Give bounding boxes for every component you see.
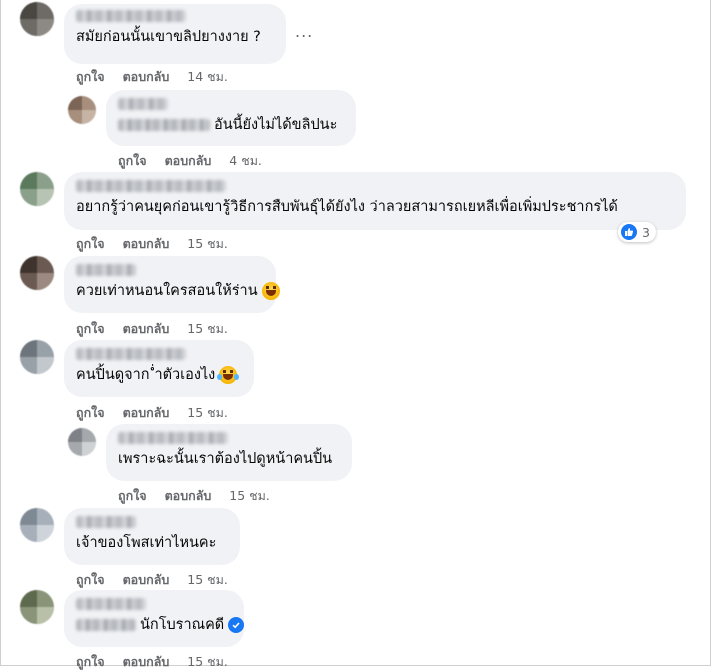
avatar[interactable] — [20, 340, 54, 374]
redacted-mention — [118, 119, 210, 131]
timestamp[interactable]: 14 ชม. — [187, 69, 228, 84]
like-button[interactable]: ถูกใจ — [76, 572, 105, 587]
commenter-name-redacted[interactable] — [118, 98, 168, 110]
avatar[interactable] — [20, 172, 54, 206]
timestamp[interactable]: 15 ชม. — [187, 321, 228, 336]
like-button[interactable]: ถูกใจ — [118, 488, 147, 503]
timestamp[interactable]: 4 ชม. — [229, 153, 262, 168]
comment-text: อยากรู้ว่าคนยุคก่อนเขารู้วิธีการสืบพันธุ… — [76, 199, 618, 215]
avatar[interactable] — [20, 508, 54, 542]
like-reaction-icon — [621, 224, 637, 240]
redacted-mention — [76, 619, 136, 631]
comment-text: นักโบราณคดี — [140, 617, 225, 633]
like-button[interactable]: ถูกใจ — [118, 153, 147, 168]
verified-icon — [228, 617, 245, 633]
commenter-name-redacted[interactable] — [76, 516, 136, 528]
commenter-name-redacted[interactable] — [76, 180, 226, 192]
reply-button[interactable]: ตอบกลับ — [123, 405, 170, 420]
comment-actions: ถูกใจ ตอบกลับ 15 ชม. — [76, 403, 242, 423]
comment-text: คนปิ้นดูจาก ่ำตัวเองไง — [76, 367, 216, 383]
avatar[interactable] — [20, 590, 54, 624]
reply-button[interactable]: ตอบกลับ — [123, 236, 170, 251]
like-button[interactable]: ถูกใจ — [76, 69, 105, 84]
comment-bubble: อันนี้ยังไม่ได้ขลิปนะ — [106, 90, 356, 146]
comment-actions: ถูกใจ ตอบกลับ 15 ชม. — [76, 570, 242, 590]
comment-bubble: นักโบราณคดี — [64, 590, 245, 647]
comment-text: สมัยก่อนนั้นเขาขลิปยางงาย ? — [76, 29, 261, 45]
comment-actions: ถูกใจ ตอบกลับ 15 ชม. — [76, 319, 242, 339]
timestamp[interactable]: 15 ชม. — [187, 572, 228, 587]
comment-text: ควยเท่าหนอนใครสอนให้ร่าน — [76, 283, 258, 299]
laughing-emoji-icon — [261, 282, 280, 300]
comment-bubble: อยากรู้ว่าคนยุคก่อนเขารู้วิธีการสืบพันธุ… — [64, 172, 686, 230]
comment-actions: ถูกใจ ตอบกลับ 14 ชม. — [76, 67, 242, 87]
timestamp[interactable]: 15 ชม. — [229, 488, 270, 503]
avatar[interactable] — [68, 428, 96, 456]
comment-bubble: ควยเท่าหนอนใครสอนให้ร่าน — [64, 256, 280, 313]
comment-actions: ถูกใจ ตอบกลับ 15 ชม. — [76, 652, 242, 672]
avatar[interactable] — [68, 96, 96, 124]
commenter-name-redacted[interactable] — [76, 348, 186, 360]
comment-actions: ถูกใจ ตอบกลับ 15 ชม. — [76, 234, 242, 254]
comment-bubble: คนปิ้นดูจาก ่ำตัวเองไง — [64, 340, 254, 397]
commenter-name-redacted[interactable] — [76, 10, 186, 22]
commenter-name-redacted[interactable] — [76, 264, 136, 276]
more-options-icon[interactable]: ... — [295, 22, 313, 41]
comment-text: อันนี้ยังไม่ได้ขลิปนะ — [214, 117, 338, 133]
comment-text: เพราะฉะนั้นเราต้องไปดูหน้าคนปิ้น — [118, 451, 333, 467]
reaction-summary[interactable]: 3 — [618, 222, 656, 242]
comment-bubble: เพราะฉะนั้นเราต้องไปดูหน้าคนปิ้น — [106, 424, 352, 481]
like-button[interactable]: ถูกใจ — [76, 321, 105, 336]
comment-text: เจ้าของโพสเท่าไหนคะ — [76, 535, 217, 551]
comment-actions: ถูกใจ ตอบกลับ 15 ชม. — [118, 486, 284, 506]
comment-bubble: เจ้าของโพสเท่าไหนคะ — [64, 508, 240, 565]
comment-bubble: สมัยก่อนนั้นเขาขลิปยางงาย ? — [64, 4, 286, 64]
tears-of-joy-emoji-icon — [217, 366, 240, 384]
reply-button[interactable]: ตอบกลับ — [165, 153, 212, 168]
reply-button[interactable]: ตอบกลับ — [123, 69, 170, 84]
avatar[interactable] — [20, 256, 54, 290]
comment-actions: ถูกใจ ตอบกลับ 4 ชม. — [118, 151, 276, 171]
like-button[interactable]: ถูกใจ — [76, 405, 105, 420]
reply-button[interactable]: ตอบกลับ — [165, 488, 212, 503]
timestamp[interactable]: 15 ชม. — [187, 236, 228, 251]
reaction-count: 3 — [642, 224, 650, 240]
commenter-name-redacted[interactable] — [76, 598, 146, 610]
timestamp[interactable]: 15 ชม. — [187, 405, 228, 420]
commenter-name-redacted[interactable] — [118, 432, 228, 444]
like-button[interactable]: ถูกใจ — [76, 236, 105, 251]
avatar[interactable] — [20, 2, 54, 36]
reply-button[interactable]: ตอบกลับ — [123, 321, 170, 336]
reply-button[interactable]: ตอบกลับ — [123, 572, 170, 587]
